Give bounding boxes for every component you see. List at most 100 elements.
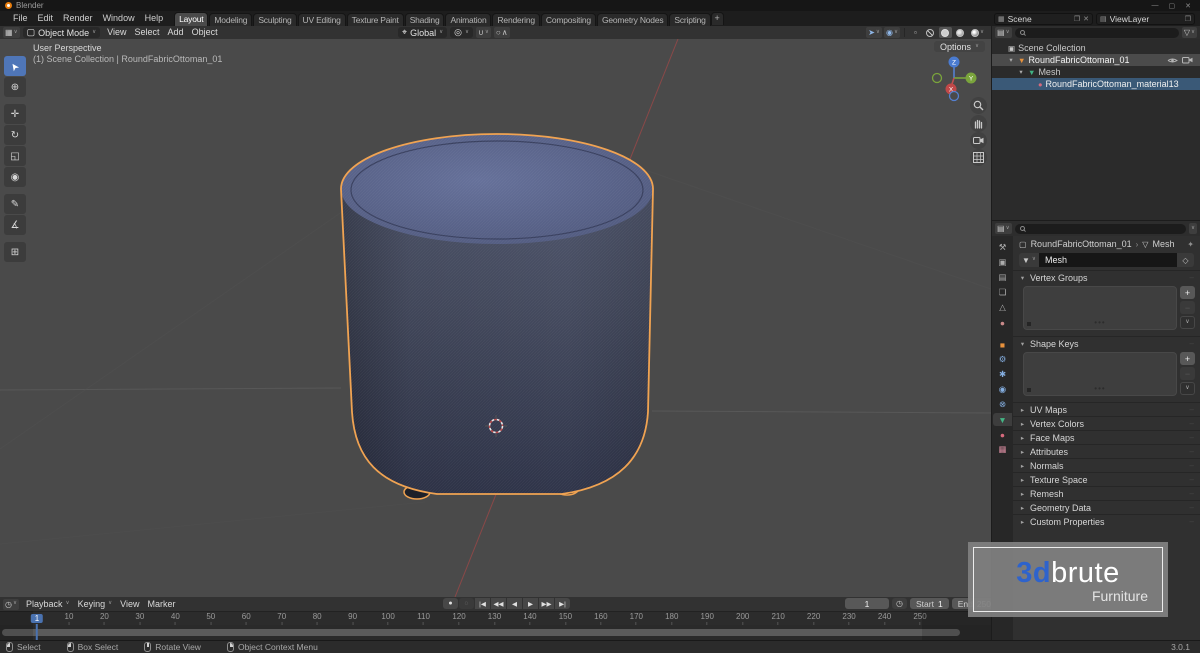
workspace-tab-layout[interactable]: Layout — [174, 12, 208, 26]
properties-tab-particles[interactable]: ✱ — [993, 368, 1012, 381]
pivot-point-dropdown[interactable]: ◎ ∨ — [450, 27, 473, 38]
shading-material-button[interactable] — [954, 27, 967, 38]
properties-tab-physics[interactable]: ◉ — [993, 383, 1012, 396]
panel-face-maps[interactable]: ▸ Face Maps – — [1013, 430, 1200, 444]
tool-rotate[interactable]: ↻ — [4, 125, 26, 145]
viewport-menu-view[interactable]: View — [103, 26, 130, 39]
disclosure-arrow-icon[interactable]: ▾ — [1007, 56, 1015, 64]
datablock-list[interactable]: ••• — [1023, 286, 1177, 330]
tool-cursor[interactable]: ⊕ — [4, 77, 26, 97]
menu-window[interactable]: Window — [98, 11, 140, 26]
disable-in-renders-camera-icon[interactable] — [1182, 56, 1193, 64]
properties-tab-object-data[interactable]: ▼ — [993, 413, 1012, 426]
timeline-menu-playback[interactable]: Playback ∨ — [22, 598, 74, 611]
properties-tab-render[interactable]: ▣ — [993, 256, 1012, 269]
proportional-editing-toggle[interactable]: ○ ∧ — [494, 27, 510, 38]
3d-viewport[interactable]: User Perspective (1) Scene Collection | … — [0, 39, 991, 597]
disclosure-arrow-icon[interactable]: ▾ — [1017, 68, 1025, 76]
panel-remesh[interactable]: ▸ Remesh – — [1013, 486, 1200, 500]
timeline-editor-type-button[interactable]: ◷ ∨ — [3, 599, 19, 610]
hide-in-viewport-eye-icon[interactable] — [1167, 57, 1178, 64]
tool-move[interactable]: ✛ — [4, 104, 26, 124]
add-item-button[interactable]: + — [1180, 352, 1195, 365]
record[interactable]: ● — [443, 598, 458, 609]
properties-tab-texture[interactable]: ▦ — [993, 443, 1012, 456]
workspace-tab-sculpting[interactable]: Sculpting — [253, 13, 296, 26]
workspace-tab-compositing[interactable]: Compositing — [541, 13, 596, 26]
tool-annotate[interactable]: ✎ — [4, 194, 26, 214]
properties-tab-scene[interactable]: △ — [993, 301, 1012, 314]
tool-measure[interactable]: ∡ — [4, 215, 26, 235]
add-item-button[interactable]: + — [1180, 286, 1195, 299]
fake-user-shield-icon[interactable]: ◇ — [1177, 253, 1194, 267]
current-frame-field[interactable]: 1 — [845, 598, 889, 609]
workspace-tab-animation[interactable]: Animation — [445, 13, 491, 26]
properties-tab-spacer[interactable] — [993, 331, 1012, 336]
tool-add-cube[interactable]: ⊞ — [4, 242, 26, 262]
use-preview-range-button[interactable]: ◷ — [892, 598, 907, 609]
play-reverse[interactable]: ◀ — [507, 598, 522, 609]
next-keyframe[interactable]: ▶▶ — [539, 598, 554, 609]
timeline-menu-view[interactable]: View — [116, 598, 143, 611]
properties-tab-material[interactable]: ● — [993, 428, 1012, 441]
play[interactable]: ▶ — [523, 598, 538, 609]
properties-options-button[interactable]: ∨ — [1189, 223, 1197, 234]
minimize-button[interactable]: — — [1152, 2, 1159, 10]
unlink-scene-icon[interactable]: ✕ — [1083, 15, 1089, 23]
properties-tab-object[interactable]: ■ — [993, 338, 1012, 351]
transform-orientation-dropdown[interactable]: ⌖ Global ∨ — [398, 27, 447, 38]
properties-tab-world[interactable]: ● — [993, 316, 1012, 329]
panel-header[interactable]: ▾ Vertex Groups – — [1013, 270, 1200, 284]
panel-normals[interactable]: ▸ Normals – — [1013, 458, 1200, 472]
list-resize-grip[interactable] — [1027, 388, 1031, 392]
panel-custom-properties[interactable]: ▸ Custom Properties – — [1013, 514, 1200, 528]
browse-mesh-data-button[interactable]: ▼ ∨ — [1019, 253, 1039, 267]
outliner-search-input[interactable] — [1015, 28, 1179, 38]
tool-transform[interactable]: ◉ — [4, 167, 26, 187]
viewport-menu-add[interactable]: Add — [164, 26, 188, 39]
tool-scale[interactable]: ◱ — [4, 146, 26, 166]
panel-header[interactable]: ▾ Shape Keys – — [1013, 336, 1200, 350]
workspace-tab-modeling[interactable]: Modeling — [209, 13, 252, 26]
timeline-ruler[interactable]: 1 10203040506070809010011012013014015016… — [0, 611, 991, 625]
workspace-tab-rendering[interactable]: Rendering — [492, 13, 539, 26]
timeline-menu-keying[interactable]: Keying ∨ — [74, 598, 117, 611]
panel-attributes[interactable]: ▸ Attributes – — [1013, 444, 1200, 458]
outliner-row-mesh[interactable]: ▾ ▼ Mesh — [992, 66, 1200, 78]
snap-toggle[interactable]: ∪ ∨ — [476, 27, 491, 38]
panel-uv-maps[interactable]: ▸ UV Maps – — [1013, 402, 1200, 416]
menu-help[interactable]: Help — [140, 11, 169, 26]
jump-to-end[interactable]: ▶| — [555, 598, 570, 609]
previous-keyframe[interactable]: ◀◀ — [491, 598, 506, 609]
add-workspace-button[interactable]: + — [711, 12, 724, 25]
datablock-list[interactable]: ••• — [1023, 352, 1177, 396]
zoom-button[interactable] — [970, 97, 987, 114]
auto-keying[interactable]: ◌ — [459, 598, 474, 609]
playhead[interactable]: 1 — [31, 613, 43, 624]
shading-solid-button[interactable] — [939, 27, 952, 38]
outliner-filter-button[interactable]: ▽ ∨ — [1182, 27, 1197, 38]
tool-select-box[interactable]: ➤ — [4, 56, 26, 76]
xray-toggle[interactable]: ▫ — [909, 27, 922, 38]
jump-to-start[interactable]: |◀ — [475, 598, 490, 609]
mode-dropdown[interactable]: ▢ Object Mode ∨ — [23, 27, 101, 38]
start-frame-field[interactable]: Start 1 — [910, 598, 949, 609]
outliner-row-material13[interactable]: ● RoundFabricOttoman_material13 — [992, 78, 1200, 90]
menu-file[interactable]: File — [8, 11, 33, 26]
mesh-name-field[interactable]: Mesh — [1039, 253, 1177, 267]
timeline-menu-marker[interactable]: Marker — [144, 598, 180, 611]
show-gizmo-toggle[interactable]: ➤ ∨ — [866, 27, 882, 38]
close-button[interactable]: ✕ — [1185, 2, 1191, 10]
properties-tab-tool[interactable]: ⚒ — [993, 241, 1012, 254]
panel-vertex-colors[interactable]: ▸ Vertex Colors – — [1013, 416, 1200, 430]
panel-texture-space[interactable]: ▸ Texture Space – — [1013, 472, 1200, 486]
viewport-menu-select[interactable]: Select — [131, 26, 164, 39]
copy-viewlayer-icon[interactable]: ❐ — [1185, 15, 1191, 23]
timeline-track-area[interactable] — [0, 625, 991, 640]
show-overlays-toggle[interactable]: ◉ ∨ — [884, 27, 900, 38]
properties-search-input[interactable] — [1015, 224, 1186, 234]
properties-tab-constraints[interactable]: ⊗ — [993, 398, 1012, 411]
viewlayer-selector[interactable]: ▤ ViewLayer ❐ — [1096, 13, 1195, 25]
pan-hand-button[interactable] — [970, 115, 987, 132]
scene-selector[interactable]: ▦ Scene ❐ ✕ — [994, 13, 1093, 25]
